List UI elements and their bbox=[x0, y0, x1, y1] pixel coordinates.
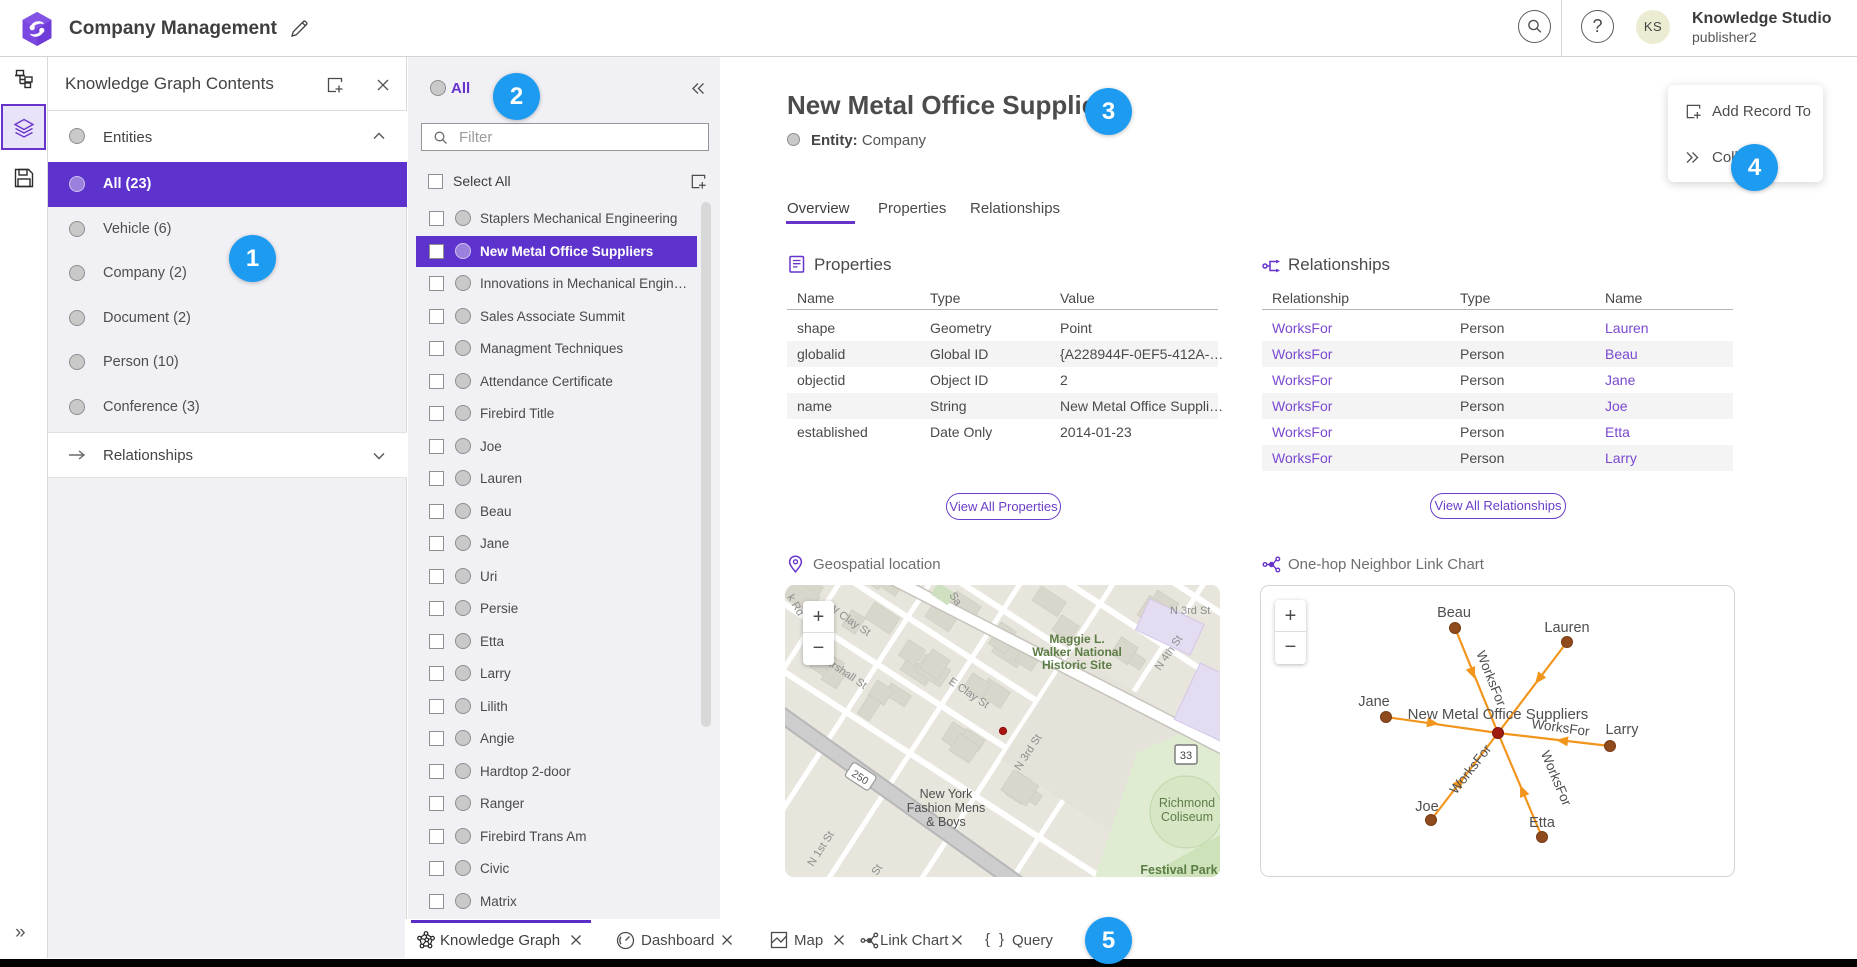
svg-text:Larry: Larry bbox=[1605, 722, 1639, 738]
svg-text:N 3rd St: N 3rd St bbox=[1170, 605, 1210, 617]
svg-text:33: 33 bbox=[1180, 750, 1192, 762]
svg-text:Beau: Beau bbox=[1437, 605, 1471, 621]
svg-text:Joe: Joe bbox=[1415, 799, 1438, 815]
svg-text:Walker National: Walker National bbox=[1032, 645, 1122, 659]
svg-text:Etta: Etta bbox=[1529, 815, 1556, 831]
svg-text:Coliseum: Coliseum bbox=[1161, 810, 1213, 824]
svg-text:Jane: Jane bbox=[1358, 694, 1389, 710]
svg-text:& Boys: & Boys bbox=[926, 815, 966, 829]
svg-text:WorksFor: WorksFor bbox=[1447, 741, 1495, 797]
svg-text:WorksFor: WorksFor bbox=[1538, 748, 1575, 808]
svg-text:Lauren: Lauren bbox=[1544, 620, 1589, 636]
svg-text:Maggie L.: Maggie L. bbox=[1049, 632, 1104, 646]
svg-text:WorksFor: WorksFor bbox=[1473, 648, 1509, 708]
svg-text:Festival Park: Festival Park bbox=[1140, 863, 1217, 877]
svg-text:New York: New York bbox=[920, 787, 974, 801]
svg-text:New Metal Office Suppliers: New Metal Office Suppliers bbox=[1408, 706, 1589, 723]
svg-text:Richmond: Richmond bbox=[1159, 796, 1215, 810]
svg-text:Historic Site: Historic Site bbox=[1042, 658, 1112, 672]
svg-text:Fashion Mens: Fashion Mens bbox=[907, 801, 986, 815]
